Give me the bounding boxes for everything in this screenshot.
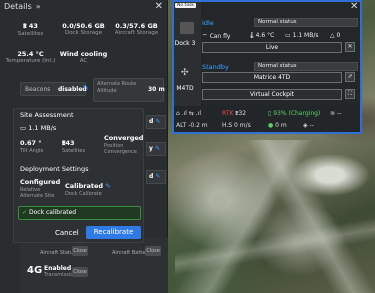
aircraft-storage-stat: 0.3/57.6 GB Aircraft Storage — [114, 22, 159, 36]
dock-icon: ▭ — [285, 32, 291, 39]
transmission-close-button[interactable]: Close — [72, 267, 88, 277]
signal-icons: ⌂ .ıl ⇆ .ıl — [176, 110, 202, 117]
wind-icon: ≋ — [330, 110, 336, 117]
deployment-settings-title: Deployment Settings — [20, 165, 89, 173]
alt-site-label: Relative Alternate Site — [20, 187, 55, 199]
home-icon: ● — [268, 122, 274, 129]
battery-status: ▯ 93% (Charging) — [268, 110, 321, 117]
dash-readout-2: ◈ -- — [303, 122, 314, 129]
alt-site-value: Configured — [20, 178, 61, 186]
dash-readout-1: ≋ -- — [330, 110, 342, 117]
rtk-readout: RTK ⩩32 — [222, 110, 247, 117]
thermometer-icon: 🌡 — [248, 32, 256, 39]
fourg-label: 4G — [27, 265, 43, 276]
live-button[interactable]: Live — [202, 42, 342, 53]
idle-status: Normal status — [254, 18, 358, 27]
position-label: Position Convergence — [104, 143, 137, 155]
edit-calibrate-icon[interactable]: ✎ — [105, 182, 110, 190]
dock-name: Dock 3 — [174, 40, 196, 47]
details-stats-row-1: ⩩ 43 Satellites 0.0/50.6 GB Dock Storage… — [0, 22, 167, 46]
settings-tool-icon[interactable]: ✕ — [345, 42, 355, 52]
idle-label: Idle — [202, 19, 214, 27]
details-stats-row-2: 25.4 °C Temperature (Int.) Wind cooling … — [0, 50, 167, 74]
distance-readout: ● 0 m — [268, 122, 287, 129]
alt-route-value: 30 m — [148, 86, 165, 93]
edit-beacons-icon[interactable]: ✎ — [83, 84, 89, 92]
fullscreen-icon[interactable]: ⛶ — [345, 89, 355, 99]
virtual-cockpit-button[interactable]: Virtual Cockpit — [202, 89, 342, 100]
no-task-badge: No task — [175, 3, 197, 8]
dock-icon — [180, 22, 194, 34]
warning-icon: △ — [330, 32, 335, 39]
dock-storage-stat: 0.0/50.6 GB Dock Storage — [62, 22, 105, 36]
alt-route-label: Alternate Route Altitude — [97, 81, 137, 94]
alert-count: △ 0 — [330, 32, 341, 39]
satellites-stat: ⩩ 43 Satellites — [17, 22, 44, 37]
aircraft-status-close-button[interactable]: Close — [72, 246, 88, 256]
share-icon[interactable]: ⇗ — [345, 72, 355, 82]
tilt-angle-value: 0.67 ° — [20, 139, 42, 147]
map-terrain — [175, 140, 375, 293]
drone-icon: ✣ — [181, 68, 189, 78]
dock-speed: ▭ 1.1 MB/s — [285, 32, 319, 39]
compass-icon: ◈ — [303, 122, 308, 129]
dock-icon: ▭ — [20, 124, 27, 132]
details-title: Details — [4, 2, 32, 11]
wifi-icon: ⌔ — [202, 33, 208, 40]
hidden-setting-2[interactable]: y ✎ — [146, 142, 166, 156]
speed-readout: H.S 0 m/s — [222, 122, 251, 129]
aircraft-name: M4TD — [176, 85, 194, 92]
hidden-setting-3[interactable]: d ✎ — [146, 170, 166, 184]
dock-temperature: 🌡4.6 °C — [248, 32, 275, 39]
cooling-stat: Wind cooling AC — [59, 50, 108, 64]
tilt-angle-label: Tilt Angle — [20, 148, 44, 154]
check-icon: ✓ — [22, 209, 28, 216]
hidden-setting-1[interactable]: d ✎ — [146, 115, 166, 129]
signal-speed: ▭ 1.1 MB/s — [20, 124, 57, 132]
aircraft-status-label: Aircraft Status — [40, 250, 76, 256]
close-icon[interactable]: ✕ — [155, 1, 163, 12]
satellites-value: ⩩43 — [62, 139, 75, 147]
site-assessment-title: Site Assessment — [20, 111, 74, 119]
temperature-stat: 25.4 °C Temperature (Int.) — [5, 50, 56, 64]
satellites-label: Satellites — [62, 148, 86, 154]
altitude-readout: ALT -0.2 m — [176, 122, 208, 129]
battery-icon: ▯ — [268, 110, 272, 117]
recalibrate-button[interactable]: Recalibrate — [86, 226, 141, 239]
details-header: Details » ✕ — [0, 0, 167, 13]
beacons-label: Beacons — [25, 85, 51, 93]
calibrated-message: ✓ Dock calibrated — [18, 206, 141, 220]
calibrate-label: Dock Calibrate — [65, 191, 102, 197]
satellite-icon: ⩩ — [23, 22, 27, 30]
dock-close-icon[interactable]: ✕ — [350, 1, 358, 12]
can-fly-status: ⌔ Can fly — [202, 33, 231, 40]
double-chevron-right-icon[interactable]: » — [36, 2, 41, 11]
cancel-button[interactable]: Cancel — [55, 229, 79, 237]
calibrate-value: Calibrated ✎ — [65, 182, 111, 190]
matrice-button[interactable]: Matrice 4TD — [202, 72, 342, 83]
aircraft-battery-close-button[interactable]: Close — [145, 246, 161, 256]
position-value: Converged — [104, 134, 144, 142]
standby-label: Standby — [202, 63, 229, 71]
standby-status: Normal status — [254, 62, 358, 71]
